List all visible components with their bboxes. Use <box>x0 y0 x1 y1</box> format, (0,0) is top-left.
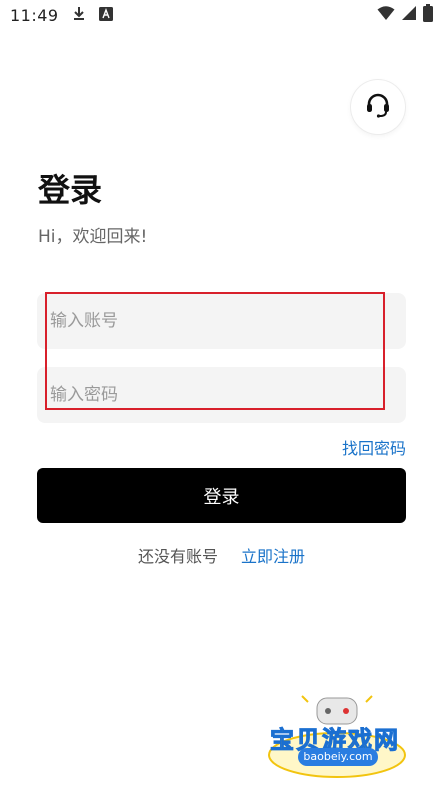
page-title: 登录 <box>38 171 103 209</box>
status-bar: 11:49 <box>0 0 443 30</box>
a-badge-icon <box>98 6 113 25</box>
signal-icon <box>401 5 417 25</box>
watermark-logo: 宝贝游戏网 baobeiy.com <box>262 690 412 785</box>
register-link[interactable]: 立即注册 <box>241 547 305 566</box>
password-input[interactable] <box>37 367 406 423</box>
no-account-text: 还没有账号 <box>137 547 218 566</box>
watermark-url: baobeiy.com <box>298 748 378 766</box>
status-time: 11:49 <box>10 5 59 25</box>
account-input[interactable] <box>37 293 406 349</box>
welcome-subtitle: Hi，欢迎回来! <box>38 227 148 247</box>
customer-support-button[interactable] <box>351 80 405 134</box>
battery-icon <box>423 4 433 26</box>
login-button[interactable]: 登录 <box>37 468 406 523</box>
status-left: 11:49 <box>10 5 113 25</box>
register-row: 还没有账号 立即注册 <box>0 543 443 567</box>
headset-icon <box>364 91 392 123</box>
wifi-icon <box>377 5 395 25</box>
status-right <box>377 4 433 26</box>
download-icon <box>71 5 87 25</box>
forgot-password-link[interactable]: 找回密码 <box>342 435 406 459</box>
